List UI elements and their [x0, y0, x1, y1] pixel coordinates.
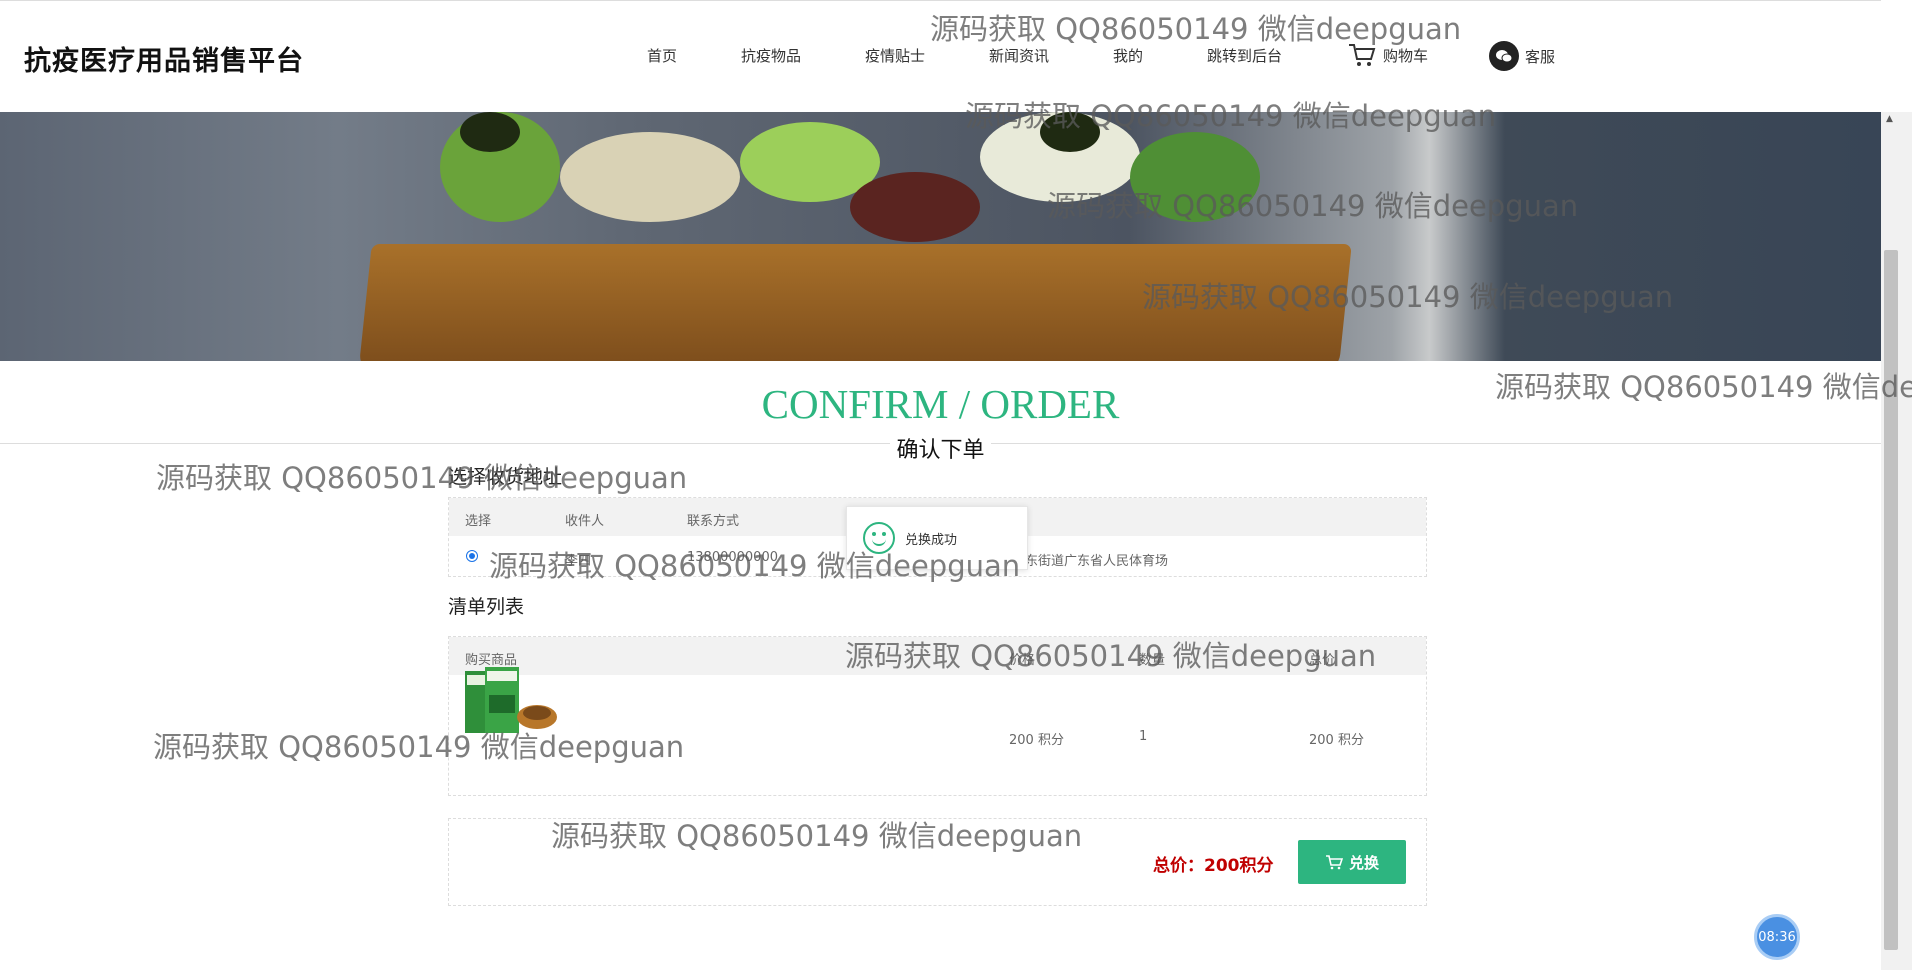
nav-supplies[interactable]: 抗疫物品 [741, 45, 801, 66]
total-price: 总价：200积分 [1153, 856, 1274, 876]
item-total: 200 积分 [1309, 733, 1364, 748]
page-title-en: CONFIRM / ORDER [761, 381, 1120, 427]
col-quantity: 数量 [1139, 653, 1166, 668]
nav-tips[interactable]: 疫情贴士 [865, 45, 925, 66]
clock-badge[interactable]: 08:36 [1754, 914, 1800, 960]
nav-mine[interactable]: 我的 [1113, 45, 1143, 66]
smile-icon [863, 522, 895, 554]
nav-admin[interactable]: 跳转到后台 [1207, 45, 1282, 66]
scroll-thumb[interactable] [1884, 250, 1898, 950]
toast-text: 兑换成功 [905, 532, 958, 548]
recipient-phone: 13800000000 [687, 550, 778, 565]
page-title-cn-text: 确认下单 [890, 438, 991, 463]
col-total: 总价 [1309, 653, 1336, 668]
cart-icon [1349, 44, 1376, 66]
cart-icon [1325, 855, 1343, 870]
redeem-button[interactable]: 兑换 [1298, 840, 1406, 884]
main-nav: 首页 抗疫物品 疫情贴士 新闻资讯 我的 跳转到后台 购物车 客服 [0, 1, 1881, 113]
redeem-label: 兑换 [1348, 853, 1379, 872]
top-header: 抗疫医疗用品销售平台 首页 抗疫物品 疫情贴士 新闻资讯 我的 跳转到后台 购物… [0, 0, 1881, 112]
address-radio[interactable] [466, 550, 478, 562]
nav-home[interactable]: 首页 [647, 45, 677, 66]
scroll-up-icon[interactable]: ▲ [1886, 114, 1893, 124]
col-select: 选择 [465, 514, 492, 529]
nav-service[interactable]: 客服 [1489, 41, 1555, 71]
page-title-cn: 确认下单 [0, 432, 1881, 464]
item-quantity: 1 [1139, 729, 1148, 744]
nav-cart[interactable]: 购物车 [1347, 41, 1428, 69]
order-list-label: 清单列表 [448, 596, 525, 618]
col-recipient: 收件人 [565, 514, 605, 529]
product-image[interactable] [465, 665, 561, 739]
recipient-name: 李四 [565, 554, 592, 569]
banner-food [358, 244, 1352, 361]
order-table-header: 购买商品 价格 数量 总价 [449, 637, 1426, 675]
wechat-icon [1489, 41, 1519, 71]
hero-banner [0, 112, 1881, 361]
recipient-address: 东街道广东省人民体育场 [1025, 554, 1169, 569]
col-contact: 联系方式 [687, 514, 740, 529]
item-price: 200 积分 [1009, 733, 1064, 748]
order-summary: 总价：200积分 兑换 [448, 818, 1427, 906]
success-toast: 兑换成功 [846, 506, 1028, 570]
cart-label: 购物车 [1383, 46, 1429, 65]
nav-news[interactable]: 新闻资讯 [989, 45, 1049, 66]
col-price: 价格 [1009, 653, 1036, 668]
order-table: 购买商品 价格 数量 总价 200 积分 1 200 积分 [448, 636, 1427, 796]
service-label: 客服 [1525, 47, 1556, 66]
address-section-label: 选择收货地址 [448, 466, 563, 488]
